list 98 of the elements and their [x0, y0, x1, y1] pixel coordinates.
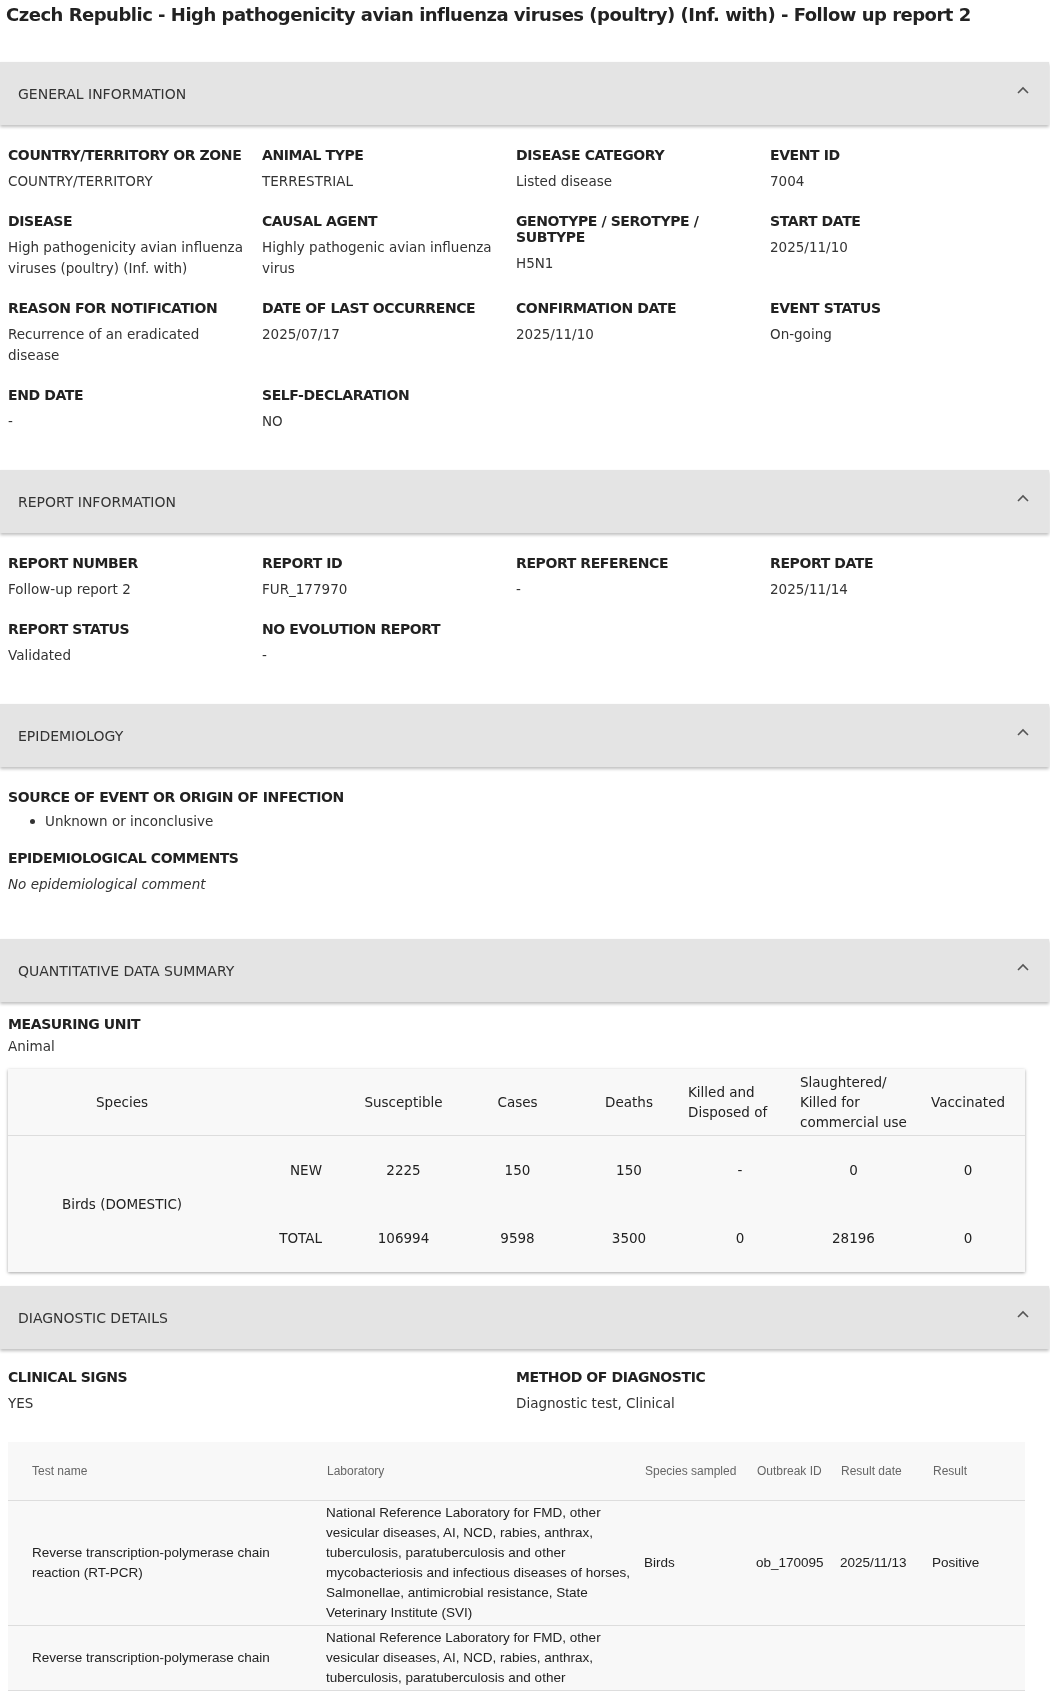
- table-cell: NEW: [290, 1162, 322, 1178]
- table-cell: ob_170095: [756, 1555, 824, 1570]
- column-header: Species: [96, 1094, 148, 1110]
- field-value: FUR_177970: [262, 580, 349, 599]
- field-value: Validated: [8, 646, 72, 665]
- table-cell: 28196: [832, 1230, 875, 1246]
- column-header: Outbreak ID: [757, 1464, 822, 1478]
- field-label: START DATE: [770, 213, 862, 229]
- chevron-icon: [1017, 493, 1029, 502]
- field-label: SOURCE OF EVENT OR ORIGIN OF INFECTION: [8, 789, 345, 805]
- table-cell: TOTAL: [279, 1230, 322, 1246]
- column-header: Result date: [841, 1464, 902, 1478]
- table-cell: Birds: [644, 1555, 675, 1570]
- bullet-icon: [30, 819, 35, 824]
- table-cell: 0: [963, 1230, 973, 1246]
- table-cell: National Reference Laboratory for FMD, other vesicular diseases, AI, NCD, rabies, anthrax, tuberculosis, paratuberculosis and other mycobacteriosis and infectious diseases of horses, Salmonellae, antimicrobial resistance, State Veterinary Institute (SVI): [326, 1505, 630, 1620]
- field-label: REPORT DATE: [770, 555, 875, 571]
- table-cell: 2225: [386, 1162, 421, 1178]
- field-label: DISEASE CATEGORY: [516, 147, 666, 163]
- field-label: DATE OF LAST OCCURRENCE: [262, 300, 477, 316]
- page-title: Czech Republic - High pathogenicity avian influenza viruses (poultry) (Inf. with) - Follow up report 2: [5, 3, 972, 27]
- field-label: REASON FOR NOTIFICATION: [8, 300, 219, 316]
- column-header: Species sampled: [645, 1464, 737, 1478]
- field-value: Listed disease: [516, 172, 614, 191]
- table-cell: 150: [616, 1162, 642, 1178]
- column-header: Cases: [497, 1094, 538, 1110]
- field-value: 2025/07/17: [262, 325, 341, 344]
- field-label: MEASURING UNIT: [8, 1016, 142, 1032]
- chevron-icon: [1017, 1309, 1029, 1318]
- field-label: CONFIRMATION DATE: [516, 300, 678, 316]
- column-header: Vaccinated: [930, 1094, 1006, 1110]
- field-label: REPORT STATUS: [8, 621, 131, 637]
- field-label: REPORT ID: [262, 555, 344, 571]
- table-cell: Reverse transcription-polymerase chain reaction (RT-PCR): [32, 1545, 270, 1580]
- table-cell: 9598: [500, 1230, 535, 1246]
- field-value: TERRESTRIAL: [262, 172, 354, 191]
- section-header[interactable]: GENERAL INFORMATION: [0, 62, 1049, 125]
- column-header: Result: [933, 1464, 967, 1478]
- table-cell: Positive: [932, 1555, 980, 1570]
- field-value: NO: [262, 412, 284, 431]
- field-label: REPORT NUMBER: [8, 555, 139, 571]
- field-value: 2025/11/10: [516, 325, 595, 344]
- chevron-icon: [1017, 727, 1029, 736]
- section-header[interactable]: REPORT INFORMATION: [0, 470, 1049, 533]
- field-label: DISEASE: [8, 213, 74, 229]
- field-label: EVENT STATUS: [770, 300, 882, 316]
- field-label: CAUSAL AGENT: [262, 213, 379, 229]
- section-header[interactable]: DIAGNOSTIC DETAILS: [0, 1286, 1049, 1349]
- table-cell: 150: [504, 1162, 531, 1178]
- field-value: Diagnostic test, Clinical: [516, 1394, 676, 1413]
- chevron-icon: [1017, 85, 1029, 94]
- section-header[interactable]: QUANTITATIVE DATA SUMMARY: [0, 939, 1049, 1002]
- column-header: Deaths: [605, 1094, 653, 1110]
- field-label: GENOTYPE / SEROTYPE / SUBTYPE: [516, 213, 700, 245]
- field-label: METHOD OF DIAGNOSTIC: [516, 1369, 707, 1385]
- field-value: 7004: [770, 172, 806, 191]
- field-value: H5N1: [516, 254, 555, 273]
- field-value: Recurrence of an eradicated disease: [8, 325, 201, 365]
- field-value: No epidemiological comment: [8, 875, 207, 894]
- list-item: Unknown or inconclusive: [45, 812, 215, 831]
- field-label: CLINICAL SIGNS: [8, 1369, 129, 1385]
- field-value: YES: [8, 1394, 35, 1413]
- table-cell: Birds (DOMESTIC): [61, 1196, 183, 1212]
- table-cell: 0: [735, 1230, 745, 1246]
- field-value: -: [262, 646, 268, 665]
- field-value: High pathogenicity avian influenza viruses (poultry) (Inf. with): [8, 238, 244, 278]
- field-value: COUNTRY/TERRITORY: [8, 172, 154, 191]
- field-label: NO EVOLUTION REPORT: [262, 621, 442, 637]
- column-header: Susceptible: [364, 1094, 443, 1110]
- table-cell: 0: [849, 1162, 858, 1178]
- field-label: COUNTRY/TERRITORY OR ZONE: [8, 147, 243, 163]
- field-label: END DATE: [8, 387, 85, 403]
- column-header: Killed and Disposed of: [688, 1084, 768, 1120]
- table-cell: 2025/11/13: [840, 1555, 907, 1570]
- table-cell: National Reference Laboratory for FMD, other vesicular diseases, AI, NCD, rabies, anthrax, tuberculosis, paratuberculosis and other: [326, 1630, 601, 1685]
- field-value: On-going: [770, 325, 833, 344]
- table-cell: 3500: [611, 1230, 647, 1246]
- field-value: 2025/11/10: [770, 238, 849, 257]
- field-value: 2025/11/14: [770, 580, 849, 599]
- table-cell: -: [737, 1162, 743, 1178]
- table-cell: Reverse transcription-polymerase chain: [32, 1650, 270, 1665]
- field-value: -: [8, 412, 14, 431]
- field-value: -: [516, 580, 522, 599]
- field-label: ANIMAL TYPE: [262, 147, 365, 163]
- column-header: Slaughtered/ Killed for commercial use: [800, 1074, 907, 1130]
- table-cell: 106994: [377, 1230, 430, 1246]
- column-header: Test name: [32, 1464, 88, 1478]
- field-value: Follow-up report 2: [8, 580, 132, 599]
- section-header[interactable]: EPIDEMIOLOGY: [0, 704, 1049, 767]
- field-label: EPIDEMIOLOGICAL COMMENTS: [8, 850, 240, 866]
- chevron-icon: [1017, 962, 1029, 971]
- column-header: Laboratory: [327, 1464, 385, 1478]
- field-label: REPORT REFERENCE: [516, 555, 670, 571]
- table-cell: 0: [963, 1162, 973, 1178]
- field-value: Highly pathogenic avian influenza virus: [262, 238, 493, 278]
- field-label: SELF-DECLARATION: [262, 387, 411, 403]
- field-value: Animal: [8, 1037, 56, 1056]
- field-label: EVENT ID: [770, 147, 841, 163]
